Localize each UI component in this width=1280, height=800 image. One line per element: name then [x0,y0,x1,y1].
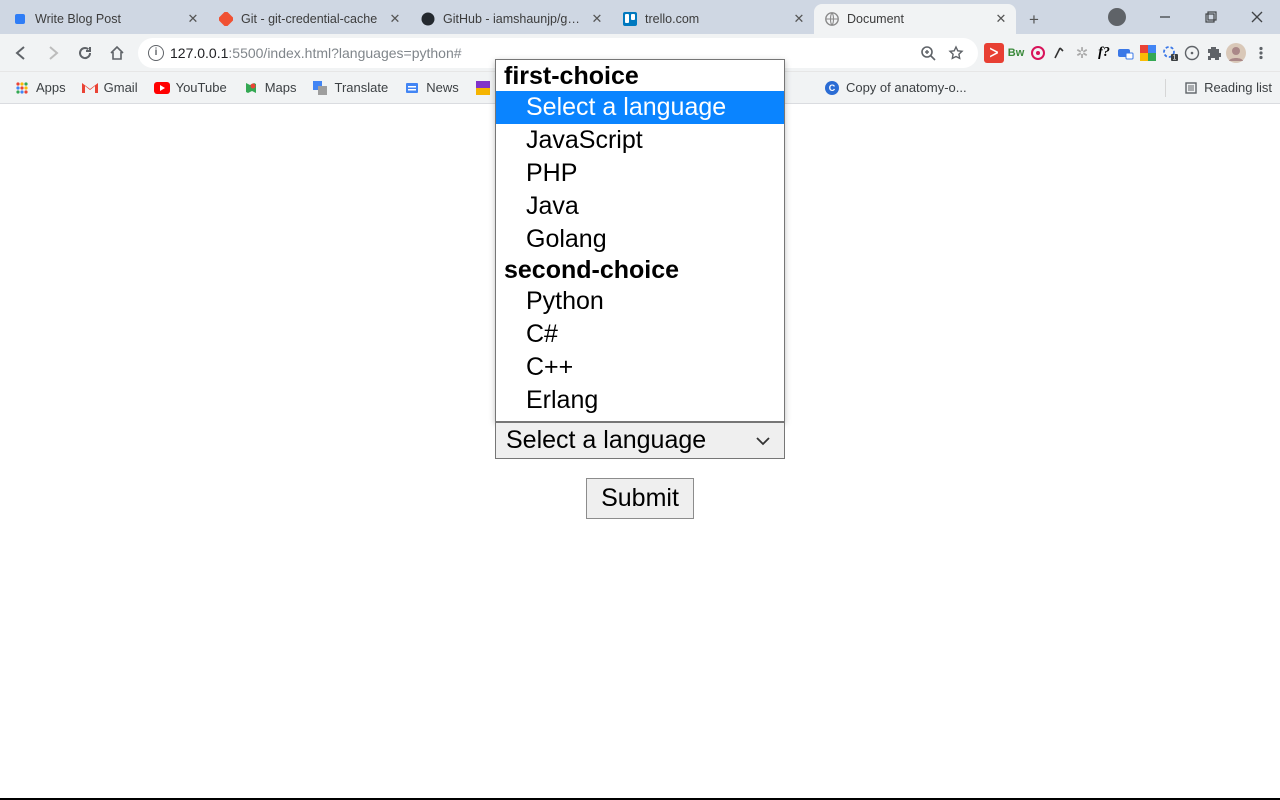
close-icon[interactable]: ✕ [388,12,402,26]
home-button[interactable] [102,38,132,68]
reading-list-icon [1184,81,1198,95]
tab-label: Document [847,12,987,26]
bookmark-copy[interactable]: C Copy of anatomy-o... [818,76,973,100]
ext-icon-7[interactable] [1116,43,1136,63]
favicon-git [218,11,234,27]
ext-icon-8[interactable] [1138,43,1158,63]
generic-icon [475,80,491,96]
select-dropdown-open: first-choice Select a language JavaScrip… [495,59,785,459]
option-python[interactable]: Python [496,285,784,318]
bookmark-gmail[interactable]: Gmail [76,76,144,100]
profile-avatar[interactable] [1226,43,1246,63]
zoom-icon[interactable] [916,38,940,68]
bookmark-translate[interactable]: Translate [306,76,394,100]
option-csharp[interactable]: C# [496,318,784,351]
menu-button[interactable] [1248,38,1274,68]
svg-text:C: C [829,83,836,93]
bookmark-label: Copy of anatomy-o... [846,80,967,95]
option-java[interactable]: Java [496,190,784,223]
close-icon[interactable]: ✕ [792,12,806,26]
tab-label: GitHub - iamshaunjp/gola [443,12,583,26]
new-tab-button[interactable]: + [1020,6,1048,34]
bookmark-star-icon[interactable] [944,38,968,68]
select-value: Select a language [506,426,706,455]
reading-list[interactable]: Reading list [1165,79,1272,97]
bookmark-label: Translate [334,80,388,95]
news-icon [404,80,420,96]
tab-github[interactable]: GitHub - iamshaunjp/gola ✕ [410,4,612,34]
tab-label: trello.com [645,12,785,26]
site-info-icon[interactable]: i [148,45,164,61]
bookmark-label: Maps [265,80,297,95]
tab-document[interactable]: Document ✕ [814,4,1016,34]
submit-button[interactable]: Submit [586,478,694,519]
select-listbox[interactable]: first-choice Select a language JavaScrip… [495,59,785,422]
tab-label: Write Blog Post [35,12,179,26]
url-host: 127.0.0.1 [170,45,228,61]
favicon-document [824,11,840,27]
gmail-icon [82,80,98,96]
optgroup-label-2: second-choice [496,256,784,285]
bookmark-news[interactable]: News [398,76,465,100]
bookmark-label: Apps [36,80,66,95]
bookmark-label: Gmail [104,80,138,95]
extensions-button[interactable] [1204,43,1224,63]
page-content: first-choice Select a language JavaScrip… [0,104,1280,798]
ext-icon-2[interactable]: Bw [1006,43,1026,63]
favicon-blog [12,11,28,27]
tab-label: Git - git-credential-cache [241,12,381,26]
tab-strip: Write Blog Post ✕ Git - git-credential-c… [0,0,1280,34]
ext-icon-1[interactable]: ᐳ [984,43,1004,63]
bookmark-apps[interactable]: Apps [8,76,72,100]
select-element[interactable]: Select a language [495,422,785,459]
close-icon[interactable]: ✕ [994,12,1008,26]
omnibox-icons [916,38,968,68]
option-cpp[interactable]: C++ [496,351,784,384]
option-php[interactable]: PHP [496,157,784,190]
reload-button[interactable] [70,38,100,68]
option-select-language[interactable]: Select a language [496,91,784,124]
maximize-button[interactable] [1188,0,1234,34]
bookmark-label: YouTube [176,80,227,95]
favicon-trello [622,11,638,27]
url-rest: :5500/index.html?languages=python# [228,45,461,61]
account-icon[interactable] [1108,8,1126,26]
tab-trello[interactable]: trello.com ✕ [612,4,814,34]
apps-icon [14,80,30,96]
minimize-button[interactable] [1142,0,1188,34]
translate-icon [312,80,328,96]
ext-icon-4[interactable] [1050,43,1070,63]
option-erlang[interactable]: Erlang [496,384,784,417]
close-icon[interactable]: ✕ [186,12,200,26]
ext-icon-6[interactable]: f? [1094,43,1114,63]
youtube-icon [154,80,170,96]
maps-icon [243,80,259,96]
reading-list-label: Reading list [1204,80,1272,95]
favicon-github [420,11,436,27]
copy-icon: C [824,80,840,96]
bookmark-youtube[interactable]: YouTube [148,76,233,100]
bookmark-maps[interactable]: Maps [237,76,303,100]
url-text: 127.0.0.1:5500/index.html?languages=pyth… [170,45,462,61]
close-icon[interactable]: ✕ [590,12,604,26]
tab-git[interactable]: Git - git-credential-cache ✕ [208,4,410,34]
ext-icon-3[interactable] [1028,43,1048,63]
option-golang[interactable]: Golang [496,223,784,256]
optgroup-label-1: first-choice [496,62,784,91]
window-controls [1108,0,1280,34]
svg-text:1: 1 [1173,54,1177,61]
tab-write-blog[interactable]: Write Blog Post ✕ [2,4,208,34]
option-javascript[interactable]: JavaScript [496,124,784,157]
forward-button[interactable] [38,38,68,68]
bookmark-label: News [426,80,459,95]
close-window-button[interactable] [1234,0,1280,34]
ext-icon-5[interactable]: ✲ [1072,43,1092,63]
chevron-down-icon [754,432,772,450]
ext-icon-10[interactable] [1182,43,1202,63]
back-button[interactable] [6,38,36,68]
ext-icon-9[interactable]: 1 [1160,43,1180,63]
browser-window: Write Blog Post ✕ Git - git-credential-c… [0,0,1280,798]
